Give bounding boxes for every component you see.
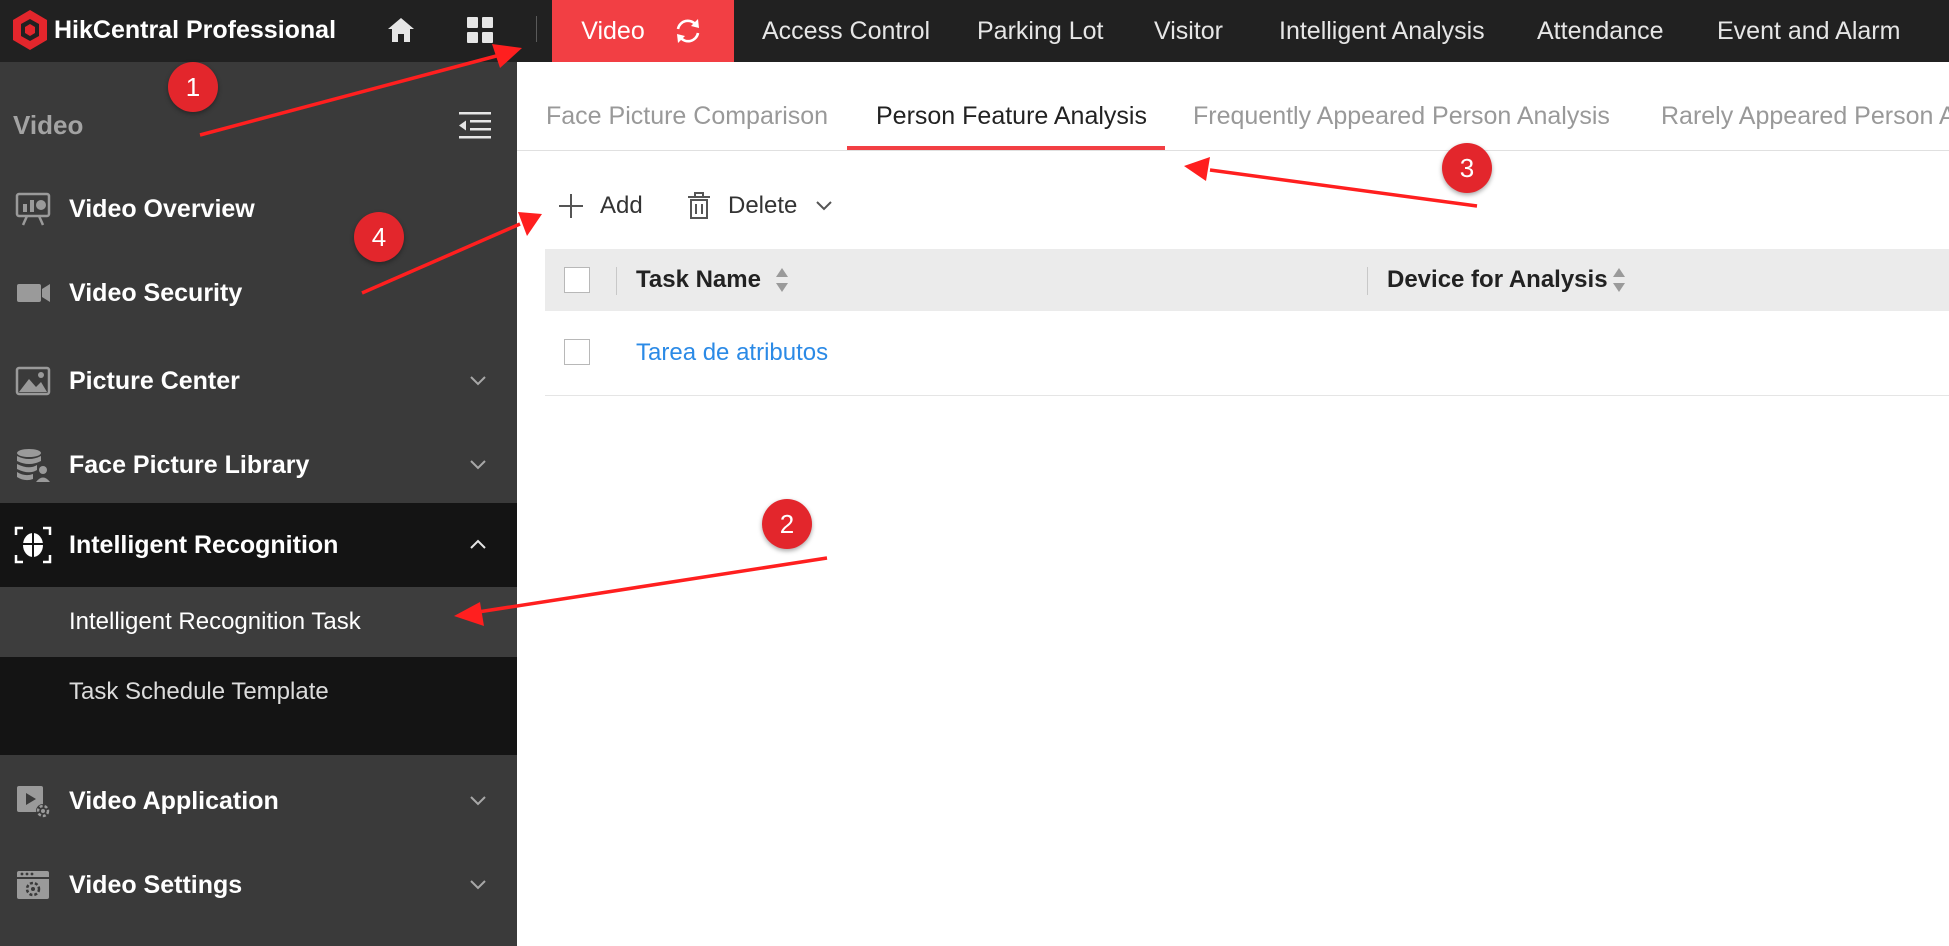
annotation-badge-1: 1 bbox=[168, 62, 218, 112]
table-header: Task Name Device for Analysis bbox=[545, 249, 1949, 311]
sidebar-title: Video bbox=[13, 110, 84, 140]
select-all-checkbox[interactable] bbox=[564, 267, 590, 293]
delete-button[interactable]: Delete bbox=[686, 184, 835, 228]
sidebar-item-label: Face Picture Library bbox=[69, 450, 310, 479]
module-tab-intelligent-analysis[interactable]: Intelligent Analysis bbox=[1279, 0, 1485, 62]
sidebar-item-label: Video Overview bbox=[69, 194, 255, 223]
refresh-icon[interactable] bbox=[671, 16, 705, 46]
annotation-badge-2: 2 bbox=[762, 499, 812, 549]
sidebar-item-video-security[interactable]: Video Security bbox=[0, 251, 517, 335]
menu-collapse-icon bbox=[459, 112, 491, 139]
module-tab-event-and-alarm[interactable]: Event and Alarm bbox=[1717, 0, 1900, 62]
add-button[interactable]: Add bbox=[556, 184, 643, 228]
apps-grid-button[interactable] bbox=[460, 10, 500, 50]
column-divider bbox=[616, 267, 617, 295]
table-row: Tarea de atributos bbox=[545, 311, 1949, 396]
sidebar-item-label: Video Application bbox=[69, 786, 279, 815]
sidebar-subitem-label: Intelligent Recognition Task bbox=[69, 608, 361, 635]
camera-icon bbox=[14, 274, 52, 312]
module-tab-label: Video bbox=[581, 16, 645, 45]
content-tab-bar: Face Picture Comparison Person Feature A… bbox=[517, 62, 1949, 151]
column-header-device-for-analysis[interactable]: Device for Analysis bbox=[1387, 266, 1608, 294]
sort-icon[interactable] bbox=[1611, 265, 1627, 295]
module-tab-parking-lot[interactable]: Parking Lot bbox=[977, 0, 1103, 62]
chevron-down-icon bbox=[470, 376, 486, 386]
face-scan-icon bbox=[14, 526, 52, 564]
annotation-badge-4: 4 bbox=[354, 212, 404, 262]
sidebar-item-video-application[interactable]: Video Application bbox=[0, 759, 517, 843]
grid-icon bbox=[467, 17, 493, 43]
video-settings-icon bbox=[14, 782, 52, 820]
hikcentral-logo-icon bbox=[13, 10, 47, 50]
task-name-link[interactable]: Tarea de atributos bbox=[636, 339, 828, 367]
database-user-icon bbox=[14, 446, 52, 484]
app-logo[interactable]: HikCentral Professional bbox=[10, 8, 336, 52]
sidebar-item-label: Video Security bbox=[69, 278, 243, 307]
column-header-task-name[interactable]: Task Name bbox=[636, 266, 761, 294]
trash-icon bbox=[688, 192, 710, 219]
column-divider bbox=[1367, 267, 1368, 295]
sidebar-subitem-task-schedule-template[interactable]: Task Schedule Template bbox=[0, 657, 517, 727]
module-tab-visitor[interactable]: Visitor bbox=[1154, 0, 1223, 62]
sidebar-subitem-label: Task Schedule Template bbox=[69, 678, 329, 705]
plus-icon bbox=[559, 194, 583, 218]
active-tab-indicator bbox=[847, 146, 1165, 150]
delete-button-label: Delete bbox=[728, 192, 798, 219]
sidebar-item-video-overview[interactable]: Video Overview bbox=[0, 167, 517, 251]
home-icon bbox=[388, 18, 414, 42]
chevron-up-icon bbox=[470, 539, 486, 549]
sidebar-item-label: Video Settings bbox=[69, 870, 243, 899]
chevron-down-icon bbox=[470, 796, 486, 806]
chevron-down-icon[interactable] bbox=[813, 195, 835, 217]
row-checkbox[interactable] bbox=[564, 339, 590, 365]
app-title: HikCentral Professional bbox=[54, 15, 337, 44]
sidebar-item-video-settings[interactable]: Video Settings bbox=[0, 843, 517, 927]
module-tab-attendance[interactable]: Attendance bbox=[1537, 0, 1664, 62]
home-button[interactable] bbox=[381, 10, 421, 50]
sidebar-item-label: Picture Center bbox=[69, 366, 240, 395]
picture-icon bbox=[14, 362, 52, 400]
add-button-label: Add bbox=[600, 192, 643, 219]
tab-face-picture-comparison[interactable]: Face Picture Comparison bbox=[546, 102, 828, 131]
annotation-arrow-3 bbox=[1184, 157, 1478, 208]
chevron-down-icon bbox=[470, 880, 486, 890]
tab-person-feature-analysis[interactable]: Person Feature Analysis bbox=[876, 102, 1147, 131]
topbar-divider bbox=[536, 16, 537, 42]
sort-icon[interactable] bbox=[774, 265, 790, 295]
sidebar-subitem-intelligent-recognition-task[interactable]: Intelligent Recognition Task bbox=[0, 587, 517, 657]
tab-frequently-appeared-person-analysis[interactable]: Frequently Appeared Person Analysis bbox=[1193, 102, 1610, 131]
sidebar-item-intelligent-recognition[interactable]: Intelligent Recognition bbox=[0, 503, 517, 587]
settings-panel-icon bbox=[14, 866, 52, 904]
module-tab-access-control[interactable]: Access Control bbox=[762, 0, 930, 62]
sidebar-item-face-picture-library[interactable]: Face Picture Library bbox=[0, 423, 517, 507]
sidebar-collapse-button[interactable] bbox=[455, 108, 495, 144]
top-navigation-bar: HikCentral Professional Video Access Con… bbox=[0, 0, 1949, 62]
module-tab-video[interactable]: Video bbox=[552, 0, 734, 62]
sidebar-item-picture-center[interactable]: Picture Center bbox=[0, 339, 517, 423]
sidebar-item-label: Intelligent Recognition bbox=[69, 530, 339, 559]
annotation-badge-3: 3 bbox=[1442, 143, 1492, 193]
tab-rarely-appeared-person-analysis[interactable]: Rarely Appeared Person A bbox=[1661, 102, 1949, 131]
dashboard-icon bbox=[14, 190, 52, 228]
chevron-down-icon bbox=[470, 460, 486, 470]
